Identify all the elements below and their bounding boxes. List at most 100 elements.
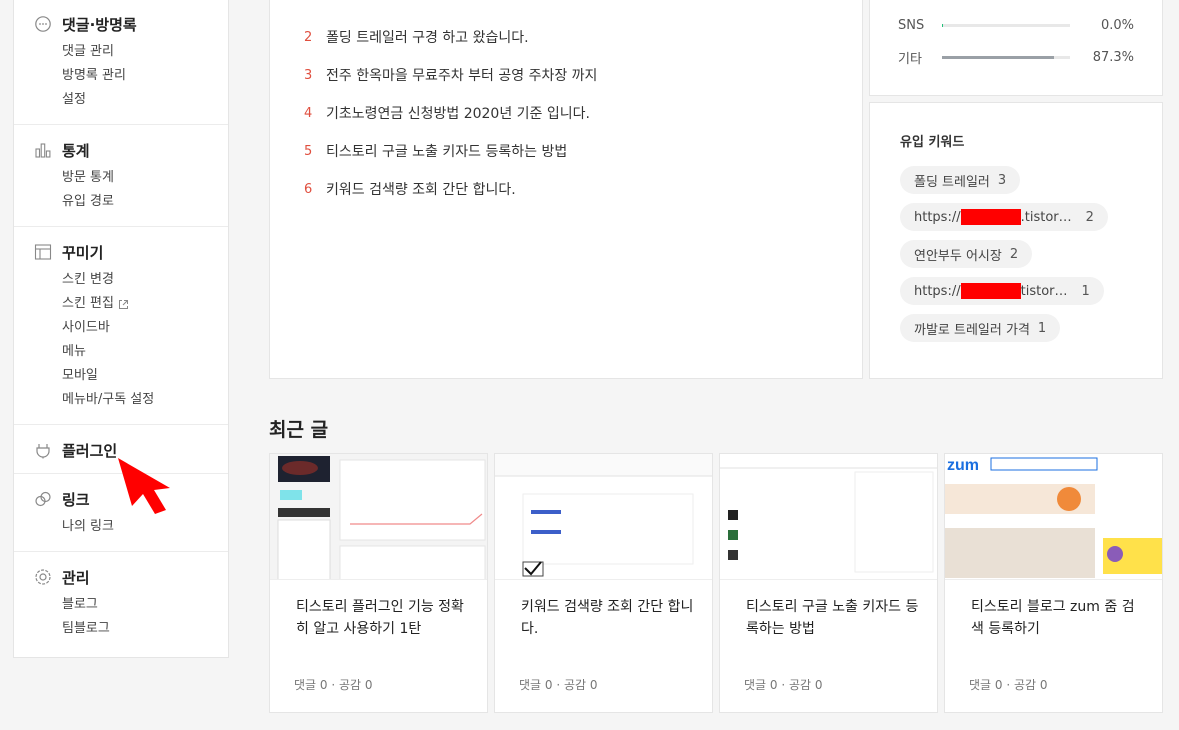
stat-bar-track: [942, 55, 1070, 59]
inflow-stats-panel: SNS 0.0% 기타 87.3%: [869, 0, 1163, 96]
sidebar-item-customize[interactable]: 꾸미기: [34, 241, 228, 263]
keyword-count: 3: [997, 172, 1007, 188]
rank-number: 3: [304, 67, 313, 83]
bar-chart-icon: [34, 141, 52, 159]
thumbnail-image: zum: [945, 454, 1162, 579]
sidebar-section-title: 관리: [62, 568, 90, 587]
post-card-meta: 댓글 0 · 공감 0: [519, 678, 598, 692]
sidebar-section-title: 플러그인: [62, 441, 118, 460]
link-icon: [34, 490, 52, 508]
list-item[interactable]: 3 전주 한옥마을 무료주차 부터 공영 주차장 까지: [304, 56, 828, 94]
post-title-link[interactable]: 기초노령연금 신청방법 2020년 기준 입니다.: [326, 103, 590, 123]
keyword-list: 폴딩 트레일러 3 https:// .tistor… 2 연안부두 어시장 2…: [900, 166, 1150, 351]
page-root: 댓글·방명록 댓글 관리 방명록 관리 설정 통계 방문 통계 유입 경로 꾸미…: [0, 0, 1179, 730]
stat-bar-track: [942, 23, 1070, 27]
thumbnail-image: [720, 454, 937, 579]
sidebar-item-my-link[interactable]: 나의 링크: [62, 515, 228, 539]
rank-number: 2: [304, 29, 313, 45]
sidebar-item-menubar[interactable]: 메뉴바/구독 설정: [62, 388, 228, 412]
sidebar-item-label: 스킨 편집: [62, 296, 114, 311]
post-title-link[interactable]: 전주 한옥마을 무료주차 부터 공영 주차장 까지: [326, 65, 597, 85]
sidebar-item-skin-edit[interactable]: 스킨 편집: [62, 292, 228, 316]
post-title-link[interactable]: 티스토리 구글 노출 키자드 등록하는 방법: [326, 141, 567, 161]
sidebar-item-manage[interactable]: 관리: [34, 566, 228, 588]
sidebar-section-title: 통계: [62, 141, 90, 160]
keyword-chip[interactable]: 연안부두 어시장 2: [900, 240, 1033, 268]
post-title-link[interactable]: 폴딩 트레일러 구경 하고 왔습니다.: [326, 27, 529, 47]
keyword-text: 연안부두 어시장: [914, 248, 1002, 264]
sidebar-item-stats[interactable]: 통계: [34, 139, 228, 161]
post-card-meta: 댓글 0 · 공감 0: [744, 678, 823, 692]
speech-bubble-icon: [34, 15, 52, 33]
sidebar-item-blog[interactable]: 블로그: [62, 593, 228, 617]
post-card-title[interactable]: 키워드 검색량 조회 간단 합니다.: [521, 596, 696, 640]
keyword-text: 폴딩 트레일러: [914, 174, 990, 190]
inflow-keywords-panel: 유입 키워드 폴딩 트레일러 3 https:// .tistor… 2 연안부…: [869, 102, 1163, 379]
plug-icon: [34, 441, 52, 459]
stat-label: 기타: [898, 51, 922, 67]
post-title-link[interactable]: 키워드 검색량 조회 간단 합니다.: [326, 179, 516, 199]
sidebar-item-comments[interactable]: 댓글·방명록: [34, 13, 228, 35]
sidebar-item-comment-settings[interactable]: 설정: [62, 88, 228, 112]
post-card-title[interactable]: 티스토리 플러그인 기능 정확히 알고 사용하기 1탄: [296, 596, 471, 640]
external-link-icon: [118, 299, 128, 309]
sidebar-item-comment-manage[interactable]: 댓글 관리: [62, 40, 228, 64]
sidebar-item-mobile[interactable]: 모바일: [62, 364, 228, 388]
post-card[interactable]: 키워드 검색량 조회 간단 합니다. 댓글 0 · 공감 0: [494, 453, 713, 713]
thumbnail-image: [495, 454, 712, 579]
sidebar: 댓글·방명록 댓글 관리 방명록 관리 설정 통계 방문 통계 유입 경로 꾸미…: [13, 0, 229, 658]
zum-logo: zum: [947, 457, 979, 474]
gear-icon: [34, 568, 52, 586]
stat-bar-fill: [942, 23, 944, 27]
stat-row-other: 기타 87.3%: [898, 47, 1134, 67]
post-card-title[interactable]: 티스토리 구글 노출 키자드 등록하는 방법: [746, 596, 921, 640]
keyword-chip[interactable]: https:// tistor… 1: [900, 277, 1104, 305]
sidebar-section-title: 댓글·방명록: [62, 15, 137, 34]
keyword-text: https://: [914, 209, 961, 225]
stat-value: 87.3%: [1092, 49, 1134, 65]
sidebar-item-visit-stats[interactable]: 방문 통계: [62, 166, 228, 190]
sidebar-item-inflow-path[interactable]: 유입 경로: [62, 190, 228, 214]
redaction-block: [960, 283, 1021, 299]
post-card-meta: 댓글 0 · 공감 0: [294, 678, 373, 692]
post-card[interactable]: zum 티스토리 블로그 zum 줌 검색 등록하기 댓글 0 · 공감 0: [944, 453, 1163, 713]
post-thumbnail: [270, 454, 487, 580]
stat-bar-fill: [942, 55, 1054, 59]
keyword-text: 까발로 트레일러 가격: [914, 322, 1030, 338]
sidebar-section-title: 링크: [62, 490, 90, 509]
sidebar-item-guestbook-manage[interactable]: 방명록 관리: [62, 64, 228, 88]
stat-value: 0.0%: [1100, 17, 1134, 33]
sidebar-item-menu[interactable]: 메뉴: [62, 340, 228, 364]
post-thumbnail: [495, 454, 712, 580]
keyword-text-suffix: tistor…: [1020, 283, 1068, 299]
annotation-arrow-icon: [118, 458, 170, 514]
popular-posts-panel: 2 폴딩 트레일러 구경 하고 왔습니다. 3 전주 한옥마을 무료주차 부터 …: [269, 0, 863, 379]
list-item[interactable]: 4 기초노령연금 신청방법 2020년 기준 입니다.: [304, 94, 828, 132]
sidebar-section-stats: 통계 방문 통계 유입 경로: [14, 125, 228, 227]
sidebar-item-team-blog[interactable]: 팀블로그: [62, 617, 228, 641]
keyword-count: 1: [1037, 320, 1047, 336]
sidebar-section-title: 꾸미기: [62, 243, 104, 262]
list-item[interactable]: 5 티스토리 구글 노출 키자드 등록하는 방법: [304, 132, 828, 170]
list-item[interactable]: 6 키워드 검색량 조회 간단 합니다.: [304, 170, 828, 208]
sidebar-item-skin-change[interactable]: 스킨 변경: [62, 268, 228, 292]
panel-title: 유입 키워드: [900, 135, 965, 150]
keyword-count: 2: [1085, 209, 1094, 225]
redaction-block: [960, 209, 1021, 225]
rank-number: 4: [304, 105, 313, 121]
list-item[interactable]: 2 폴딩 트레일러 구경 하고 왔습니다.: [304, 18, 828, 56]
thumbnail-image: [270, 454, 487, 579]
keyword-count: 1: [1081, 283, 1090, 299]
keyword-chip[interactable]: 까발로 트레일러 가격 1: [900, 314, 1061, 342]
keyword-text: https://: [914, 283, 961, 299]
post-card-meta: 댓글 0 · 공감 0: [969, 678, 1048, 692]
sidebar-item-sidebar[interactable]: 사이드바: [62, 316, 228, 340]
post-card[interactable]: 티스토리 구글 노출 키자드 등록하는 방법 댓글 0 · 공감 0: [719, 453, 938, 713]
rank-number: 5: [304, 143, 313, 159]
popular-posts-list: 2 폴딩 트레일러 구경 하고 왔습니다. 3 전주 한옥마을 무료주차 부터 …: [270, 18, 862, 208]
keyword-chip[interactable]: 폴딩 트레일러 3: [900, 166, 1021, 194]
post-card[interactable]: 티스토리 플러그인 기능 정확히 알고 사용하기 1탄 댓글 0 · 공감 0: [269, 453, 488, 713]
keyword-chip[interactable]: https:// .tistor… 2: [900, 203, 1108, 231]
rank-number: 6: [304, 181, 313, 197]
post-card-title[interactable]: 티스토리 블로그 zum 줌 검색 등록하기: [971, 596, 1146, 640]
